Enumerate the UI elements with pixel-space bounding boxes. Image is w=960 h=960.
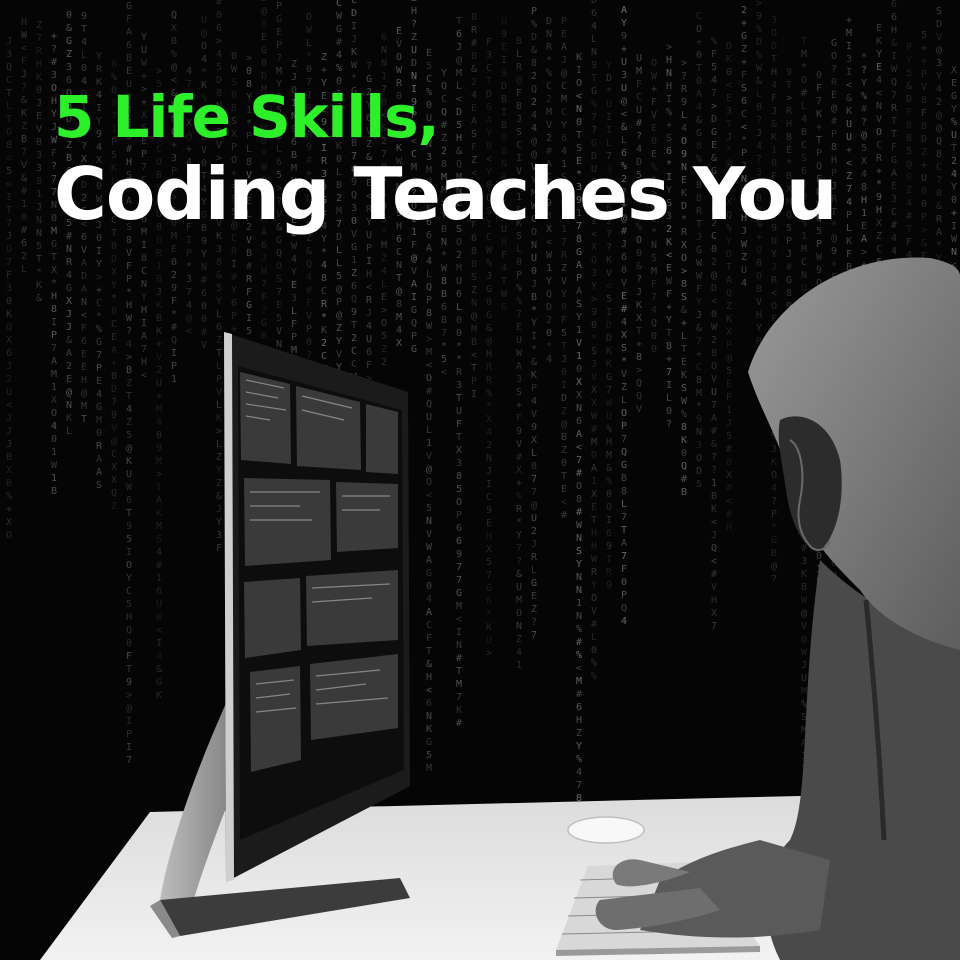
mouse	[567, 816, 645, 844]
computer-monitor	[224, 332, 410, 882]
poster: J 3 Q C T L T O 8 <5 < I T 7 J O 7 F 3 0 K Q X 6 J 2 U < J J J B X B% + X O H…	[0, 0, 960, 960]
headline-line-2: Coding Teaches You	[54, 152, 837, 236]
headline: 5 Life Skills, Coding Teaches You	[54, 83, 837, 236]
headline-line-1: 5 Life Skills,	[54, 83, 440, 151]
